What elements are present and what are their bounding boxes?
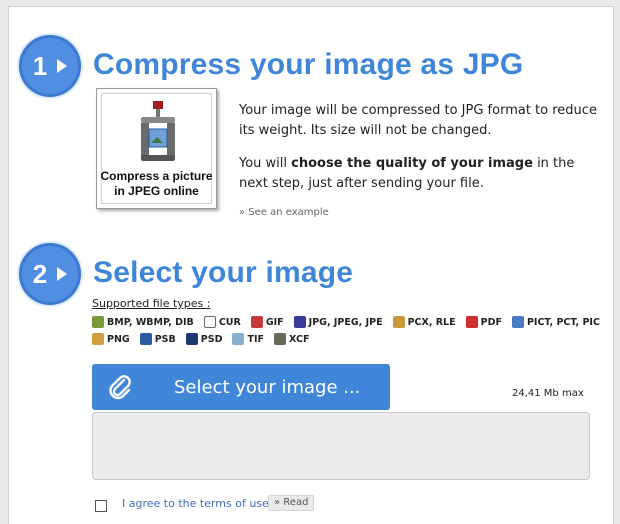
file-type-label: XCF <box>288 333 310 345</box>
file-type-label: GIF <box>265 316 284 328</box>
file-type-item: PCX, RLE <box>392 316 456 328</box>
step-1-paragraph-1: Your image will be compressed to JPG for… <box>239 103 597 138</box>
file-type-item: CUR <box>203 316 241 328</box>
file-type-item: PNG <box>92 333 130 345</box>
thumbnail-caption: Compress a picture in JPEG online <box>100 169 213 198</box>
file-type-item: PICT, PCT, PIC <box>511 316 600 328</box>
png-icon <box>92 333 104 345</box>
file-type-label: TIF <box>247 333 264 345</box>
select-image-button[interactable]: Select your image ... <box>92 364 390 410</box>
jpg-icon <box>293 316 306 328</box>
arrow-right-icon <box>57 267 68 281</box>
vise-compress-icon <box>141 101 175 161</box>
file-type-label: PNG <box>107 333 130 345</box>
file-type-label: CUR <box>218 316 241 328</box>
file-type-item: XCF <box>273 333 310 345</box>
step-1-title: Compress your image as JPG <box>93 48 524 81</box>
file-type-item: PDF <box>465 316 502 328</box>
step-2-badge: 2 <box>19 243 81 305</box>
cursor-icon <box>203 316 216 328</box>
file-type-item: TIF <box>232 333 264 345</box>
step-1-paragraph-2: You will choose the quality of your imag… <box>239 156 575 191</box>
file-type-item: PSB <box>139 333 176 345</box>
file-type-label: PSB <box>154 333 176 345</box>
supported-file-types-label: Supported file types : <box>92 297 211 310</box>
file-type-item: GIF <box>250 316 284 328</box>
step-2-title: Select your image <box>93 256 354 289</box>
see-example-link[interactable]: » See an example <box>239 207 329 218</box>
file-type-item: BMP, WBMP, DIB <box>92 316 194 328</box>
select-image-label: Select your image ... <box>174 376 361 398</box>
file-drop-zone[interactable] <box>92 412 590 480</box>
file-type-item: PSD <box>185 333 223 345</box>
file-type-label: PICT, PCT, PIC <box>526 316 600 328</box>
step-1-badge: 1 <box>19 35 81 97</box>
read-terms-button[interactable]: » Read <box>268 495 315 511</box>
file-type-label: JPG, JPEG, JPE <box>308 316 383 328</box>
file-type-label: PCX, RLE <box>407 316 456 328</box>
file-types-row-1: BMP, WBMP, DIB CUR GIF JPG, JPEG, JPE PCX, R… <box>92 316 610 328</box>
psd-icon <box>185 333 198 345</box>
xcf-icon <box>273 333 286 345</box>
step-number: 1 <box>32 50 48 81</box>
file-type-label: PDF <box>480 316 502 328</box>
bmp-icon <box>92 316 104 328</box>
step-number: 2 <box>32 258 48 289</box>
gif-icon <box>250 316 263 328</box>
pdf-icon <box>465 316 478 328</box>
paperclip-icon <box>98 364 142 410</box>
max-size-label: 24,41 Mb max <box>512 388 584 399</box>
file-type-item: JPG, JPEG, JPE <box>293 316 383 328</box>
pcx-icon <box>392 316 405 328</box>
file-type-label: PSD <box>200 333 223 345</box>
pict-icon <box>511 316 524 328</box>
compress-thumbnail: Compress a picture in JPEG online <box>96 88 217 209</box>
agree-checkbox[interactable] <box>95 500 107 512</box>
file-types-row-2: PNG PSB PSD TIF XCF <box>92 333 319 345</box>
arrow-right-icon <box>57 59 68 73</box>
file-type-label: BMP, WBMP, DIB <box>107 316 194 328</box>
tif-icon <box>232 333 245 345</box>
terms-of-use-link[interactable]: I agree to the terms of use <box>122 497 269 510</box>
psb-icon <box>139 333 152 345</box>
